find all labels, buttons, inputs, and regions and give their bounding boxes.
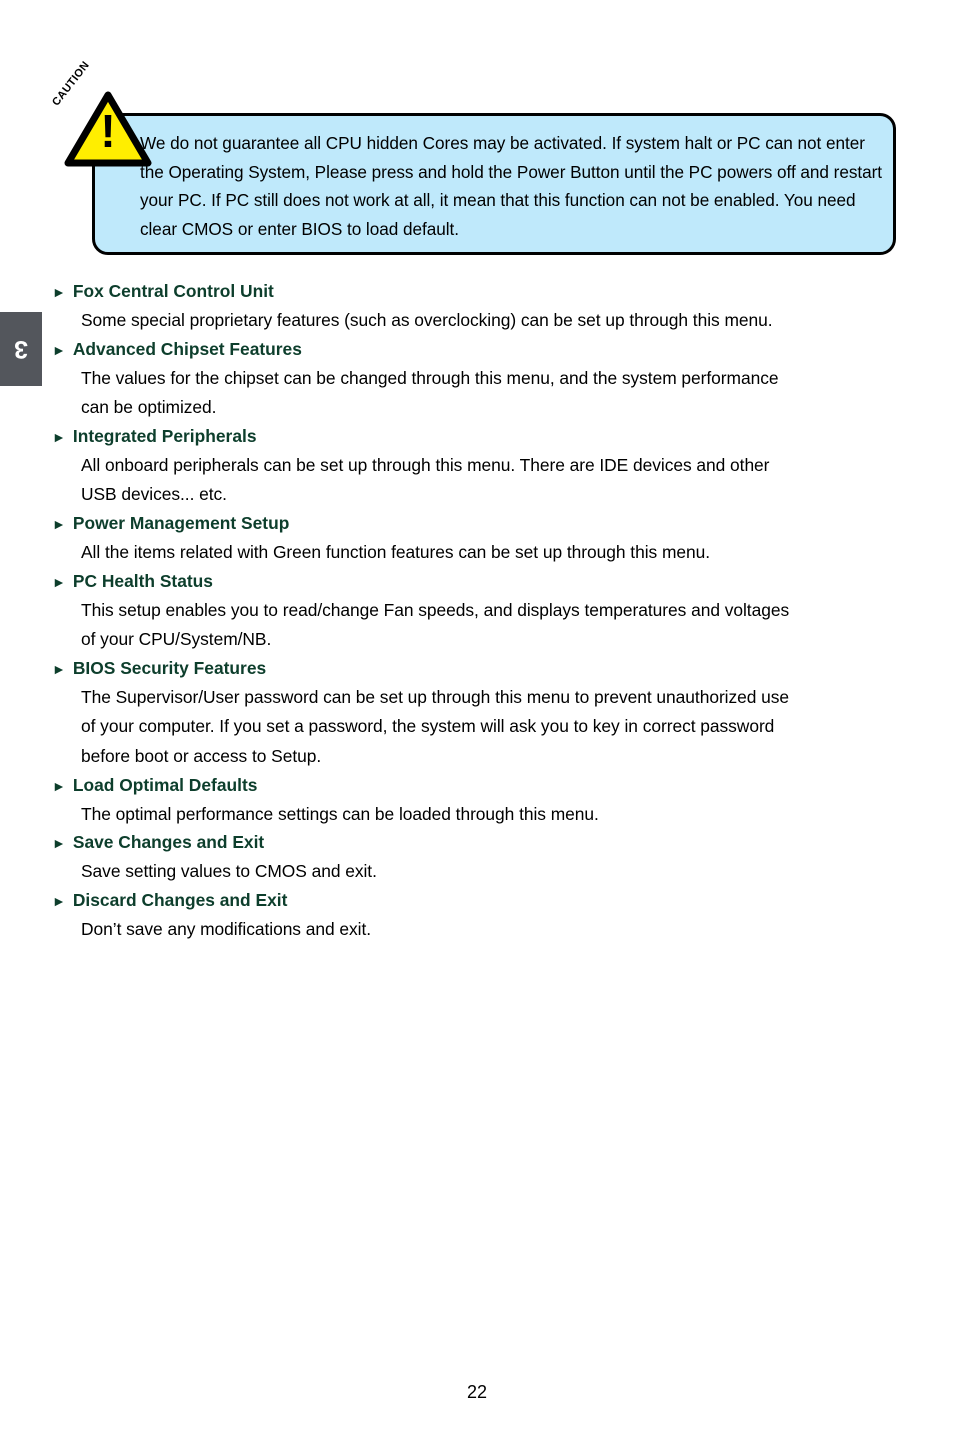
menu-entry-description: All the items related with Green functio… (52, 538, 912, 568)
description-line: USB devices... etc. (81, 484, 227, 505)
menu-entry-heading: ► PC Health Status (52, 568, 912, 596)
menu-entry: ► Load Optimal Defaults The optimal perfor… (52, 772, 912, 830)
menu-entry: ► Integrated Peripherals All onboard perip… (52, 423, 912, 510)
chapter-tab: 3 (0, 312, 42, 386)
description-line: All the items related with Green functio… (81, 541, 711, 562)
description-line: before boot or access to Setup. (81, 745, 322, 766)
bios-menu-description-list: ► Fox Central Control Unit Some special pr… (52, 278, 912, 944)
triangle-right-icon: ► (52, 284, 66, 300)
page-number: 22 (466, 1382, 488, 1402)
menu-entry-title: Power Management Setup (72, 512, 290, 533)
description-line: Don’t save any modifications and exit. (81, 918, 372, 939)
menu-entry-title: PC Health Status (72, 570, 213, 591)
menu-entry: ► Fox Central Control Unit Some special pr… (52, 278, 912, 336)
menu-entry-heading: ► Discard Changes and Exit (52, 887, 912, 915)
triangle-right-icon: ► (52, 835, 66, 852)
description-line: This setup enables you to read/change Fa… (81, 599, 790, 620)
menu-entry-title: Fox Central Control Unit (72, 281, 274, 301)
triangle-right-icon: ► (52, 892, 66, 909)
svg-text:!: ! (100, 105, 115, 157)
menu-entry-description: The values for the chipset can be change… (52, 364, 912, 423)
triangle-right-icon: ► (52, 428, 66, 445)
menu-entry-title: BIOS Security Features (72, 657, 267, 678)
menu-entry: ► Discard Changes and Exit Don’t save any … (52, 887, 912, 945)
menu-entry-description: Some special proprietary features (such … (52, 306, 912, 336)
description-line: Some special proprietary features (such … (81, 310, 773, 330)
menu-entry: ► BIOS Security Features The Supervisor/Us… (52, 655, 912, 772)
triangle-right-icon: ► (52, 777, 66, 794)
menu-entry-description: All onboard peripherals can be set up th… (52, 451, 912, 510)
menu-entry: ► Advanced Chipset Features The values for… (52, 336, 912, 423)
menu-entry: ► Save Changes and Exit Save setting value… (52, 829, 912, 887)
description-line: The Supervisor/User password can be set … (81, 686, 790, 707)
description-line: All onboard peripherals can be set up th… (81, 454, 770, 475)
menu-entry-heading: ► Fox Central Control Unit (52, 278, 912, 306)
description-line: of your computer. If you set a password,… (81, 716, 775, 737)
menu-entry-title: Advanced Chipset Features (72, 338, 302, 359)
menu-entry-description: The optimal performance settings can be … (52, 800, 912, 830)
menu-entry-heading: ► Save Changes and Exit (52, 829, 912, 857)
triangle-right-icon: ► (52, 660, 66, 677)
caution-warning-triangle-icon: ! CAUTION (50, 59, 156, 173)
menu-entry-heading: ► Advanced Chipset Features (52, 336, 912, 364)
menu-entry-heading: ► Load Optimal Defaults (52, 772, 912, 800)
caution-callout: We do not guarantee all CPU hidden Cores… (50, 59, 896, 255)
menu-entry-heading: ► Integrated Peripherals (52, 423, 912, 451)
menu-entry-title: Load Optimal Defaults (72, 774, 258, 795)
triangle-right-icon: ► (52, 573, 66, 590)
description-line: The values for the chipset can be change… (81, 367, 779, 388)
menu-entry-description: The Supervisor/User password can be set … (52, 683, 912, 772)
caution-message: We do not guarantee all CPU hidden Cores… (140, 133, 883, 239)
chapter-number: 3 (14, 335, 28, 363)
menu-entry-description: This setup enables you to read/change Fa… (52, 596, 912, 655)
menu-entry-description: Save setting values to CMOS and exit. (52, 857, 912, 887)
menu-entry-title: Discard Changes and Exit (72, 889, 288, 910)
menu-entry: ► Power Management Setup All the items rel… (52, 510, 912, 568)
menu-entry-title: Save Changes and Exit (72, 832, 265, 853)
menu-entry-heading: ► BIOS Security Features (52, 655, 912, 683)
description-line: of your CPU/System/NB. (81, 629, 272, 650)
description-line: The optimal performance settings can be … (81, 803, 599, 824)
description-line: Save setting values to CMOS and exit. (81, 861, 377, 882)
menu-entry: ► PC Health Status This setup enables you … (52, 568, 912, 655)
menu-entry-title: Integrated Peripherals (72, 425, 257, 446)
description-line: can be optimized. (81, 397, 217, 418)
triangle-right-icon: ► (52, 341, 66, 358)
menu-entry-description: Don’t save any modifications and exit. (52, 915, 912, 945)
triangle-right-icon: ► (52, 515, 66, 532)
menu-entry-heading: ► Power Management Setup (52, 510, 912, 538)
